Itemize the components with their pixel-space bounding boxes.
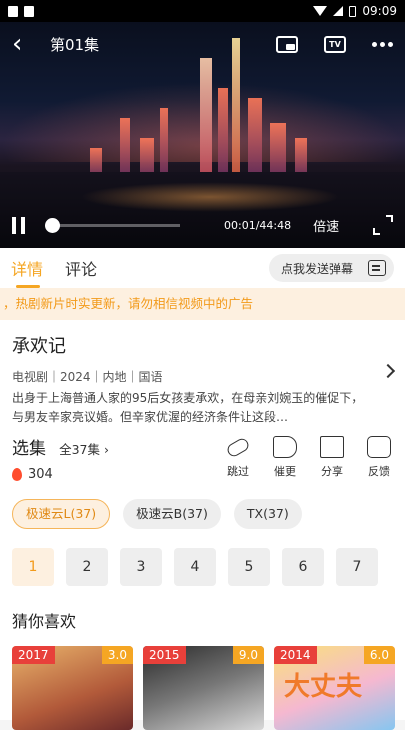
danmu-label: 点我发送弹幕 bbox=[281, 261, 354, 276]
share-button[interactable]: 分享 bbox=[314, 436, 350, 479]
episode-list: 1 2 3 4 5 6 7 bbox=[0, 540, 405, 596]
back-icon[interactable]: ‹ bbox=[12, 29, 36, 59]
recommend-title: 猜你喜欢 bbox=[12, 612, 77, 631]
recommend-card[interactable]: 2015 9.0 bbox=[143, 646, 264, 730]
battery-icon bbox=[349, 5, 357, 17]
year-badge: 2015 bbox=[143, 646, 186, 664]
poster-title: 大丈夫 bbox=[284, 672, 363, 702]
source-option[interactable]: TX(37) bbox=[233, 499, 302, 529]
recommend-card[interactable]: 2017 3.0 bbox=[12, 646, 133, 730]
source-option[interactable]: 极速云L(37) bbox=[12, 499, 111, 529]
signal-icon bbox=[333, 6, 344, 16]
link-icon bbox=[225, 436, 251, 459]
skip-button[interactable]: 跳过 bbox=[220, 436, 256, 479]
episodes-title: 选集 bbox=[12, 439, 46, 459]
speed-button[interactable]: 倍速 bbox=[313, 216, 339, 235]
notification-icon bbox=[8, 5, 18, 17]
share-icon bbox=[320, 436, 344, 458]
year-badge: 2017 bbox=[12, 646, 55, 664]
progress-knob[interactable] bbox=[45, 217, 61, 233]
episode-item[interactable]: 7 bbox=[336, 548, 378, 586]
show-info[interactable]: 承欢记 电视剧｜2024｜内地｜国语 出身于上海普通人家的95后女孩麦承欢，在母… bbox=[0, 320, 405, 424]
notification-icon bbox=[24, 5, 34, 17]
score-badge: 9.0 bbox=[232, 646, 264, 664]
recommend-card[interactable]: 大丈夫 2014 6.0 bbox=[274, 646, 395, 730]
danmu-settings-icon[interactable] bbox=[368, 260, 386, 276]
status-bar: 09:09 bbox=[0, 0, 405, 22]
fullscreen-icon[interactable] bbox=[373, 215, 393, 235]
urge-update-button[interactable]: 催更 bbox=[267, 436, 303, 479]
notice-banner: ，热剧新片时实更新，请勿相信视频中的广告 bbox=[0, 288, 405, 320]
megaphone-icon bbox=[273, 436, 297, 458]
episode-item[interactable]: 6 bbox=[282, 548, 324, 586]
video-player[interactable]: ‹ 第01集 TV 00:01/44:48 倍速 bbox=[0, 22, 405, 248]
tab-details[interactable]: 详情 bbox=[11, 256, 43, 288]
recommendations: 猜你喜欢 2017 3.0 2015 9.0 大丈夫 2014 6.0 bbox=[0, 596, 405, 730]
detail-tabs: 详情 评论 点我发送弹幕 bbox=[0, 248, 405, 288]
score-badge: 6.0 bbox=[363, 646, 395, 664]
wifi-icon bbox=[313, 6, 328, 16]
show-meta: 电视剧｜2024｜内地｜国语 bbox=[12, 370, 163, 384]
status-time: 09:09 bbox=[362, 4, 397, 18]
episode-item[interactable]: 3 bbox=[120, 548, 162, 586]
episode-item[interactable]: 4 bbox=[174, 548, 216, 586]
more-icon[interactable] bbox=[372, 41, 393, 47]
feedback-button[interactable]: 反馈 bbox=[361, 436, 397, 479]
tab-comments[interactable]: 评论 bbox=[65, 256, 97, 280]
danmu-input-button[interactable]: 点我发送弹幕 bbox=[269, 254, 394, 282]
source-selector: 极速云L(37) 极速云B(37) TX(37) bbox=[0, 488, 405, 540]
pip-icon[interactable] bbox=[276, 35, 298, 53]
year-badge: 2014 bbox=[274, 646, 317, 664]
source-option[interactable]: 极速云B(37) bbox=[123, 499, 221, 529]
episode-item[interactable]: 5 bbox=[228, 548, 270, 586]
episode-title: 第01集 bbox=[50, 35, 100, 54]
episode-item[interactable]: 1 bbox=[12, 548, 54, 586]
show-description: 出身于上海普通人家的95后女孩麦承欢，在母亲刘婉玉的催促下，与男友辛家亮议婚。但… bbox=[12, 391, 364, 424]
cast-tv-icon[interactable]: TV bbox=[324, 35, 346, 53]
show-title: 承欢记 bbox=[12, 336, 66, 357]
score-badge: 3.0 bbox=[101, 646, 133, 664]
progress-bar[interactable] bbox=[45, 217, 180, 233]
episodes-header: 选集 全37集 › 304 跳过 催更 分享 反馈 bbox=[0, 424, 405, 488]
feedback-icon bbox=[367, 436, 391, 458]
flame-icon bbox=[12, 468, 22, 481]
pause-button[interactable] bbox=[12, 216, 36, 234]
episode-item[interactable]: 2 bbox=[66, 548, 108, 586]
all-episodes-link[interactable]: 全37集 › bbox=[59, 442, 109, 457]
playback-time: 00:01/44:48 bbox=[224, 218, 292, 232]
